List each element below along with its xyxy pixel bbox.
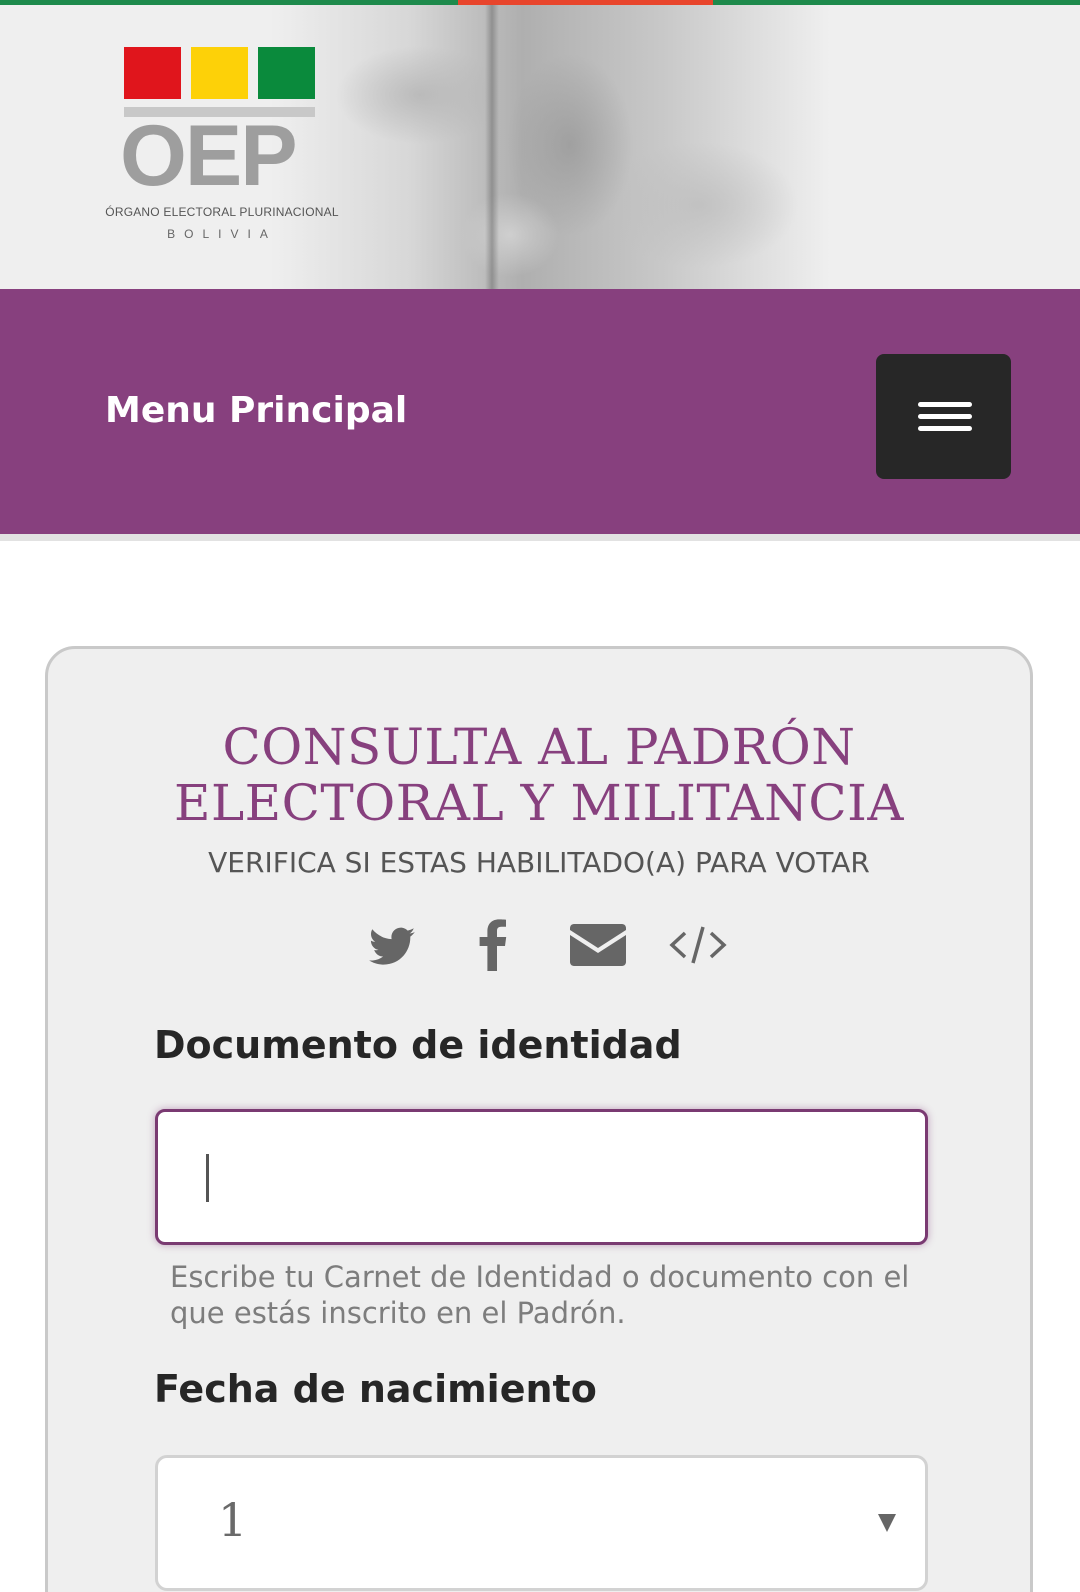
twitter-icon[interactable]: [368, 915, 418, 975]
birthdate-label: Fecha de nacimiento: [154, 1367, 597, 1411]
banner-photo-edge: [485, 5, 499, 289]
document-input[interactable]: [155, 1109, 928, 1245]
menu-toggle-button[interactable]: [876, 354, 1011, 479]
logo-organization-name: ÓRGANO ELECTORAL PLURINACIONAL: [105, 205, 339, 219]
document-text-field[interactable]: [158, 1112, 925, 1242]
embed-code-icon[interactable]: [668, 915, 728, 975]
hamburger-bar: [918, 402, 972, 407]
nav-bottom-divider: [0, 534, 1080, 541]
consulta-subtitle: VERIFICA SI ESTAS HABILITADO(A) PARA VOT…: [208, 846, 870, 879]
facebook-icon[interactable]: [476, 915, 510, 975]
header-banner: OEP ÓRGANO ELECTORAL PLURINACIONAL BOLIV…: [0, 5, 1080, 289]
consulta-title-line1: CONSULTA AL PADRÓN: [222, 718, 856, 776]
logo-acronym: OEP: [120, 108, 298, 204]
consulta-title: CONSULTA AL PADRÓN ELECTORAL Y MILITANCI…: [48, 719, 1030, 831]
birth-day-selected-value: 1: [218, 1493, 248, 1547]
share-icons-row: [368, 915, 728, 975]
birth-day-select[interactable]: 1: [155, 1455, 928, 1591]
banner-background-photo: [270, 5, 830, 289]
dropdown-arrow-icon: [878, 1514, 896, 1532]
hamburger-bar: [918, 414, 972, 419]
page: OEP ÓRGANO ELECTORAL PLURINACIONAL BOLIV…: [0, 0, 1080, 1592]
consulta-title-line2: ELECTORAL Y MILITANCIA: [173, 774, 905, 832]
text-caret: [206, 1154, 209, 1202]
document-help-text: Escribe tu Carnet de Identidad o documen…: [170, 1260, 910, 1330]
consulta-card: CONSULTA AL PADRÓN ELECTORAL Y MILITANCI…: [45, 646, 1033, 1592]
nav-title[interactable]: Menu Principal: [105, 389, 407, 433]
logo-country-name: BOLIVIA: [167, 227, 277, 241]
logo-flag-green-square: [258, 47, 315, 99]
oep-logo[interactable]: OEP ÓRGANO ELECTORAL PLURINACIONAL BOLIV…: [92, 41, 352, 251]
hamburger-bar: [918, 426, 972, 431]
logo-flag-red-square: [124, 47, 181, 99]
main-nav-bar: Menu Principal: [0, 289, 1080, 534]
logo-flag-yellow-square: [191, 47, 248, 99]
document-label: Documento de identidad: [154, 1023, 682, 1067]
email-icon[interactable]: [568, 915, 628, 975]
